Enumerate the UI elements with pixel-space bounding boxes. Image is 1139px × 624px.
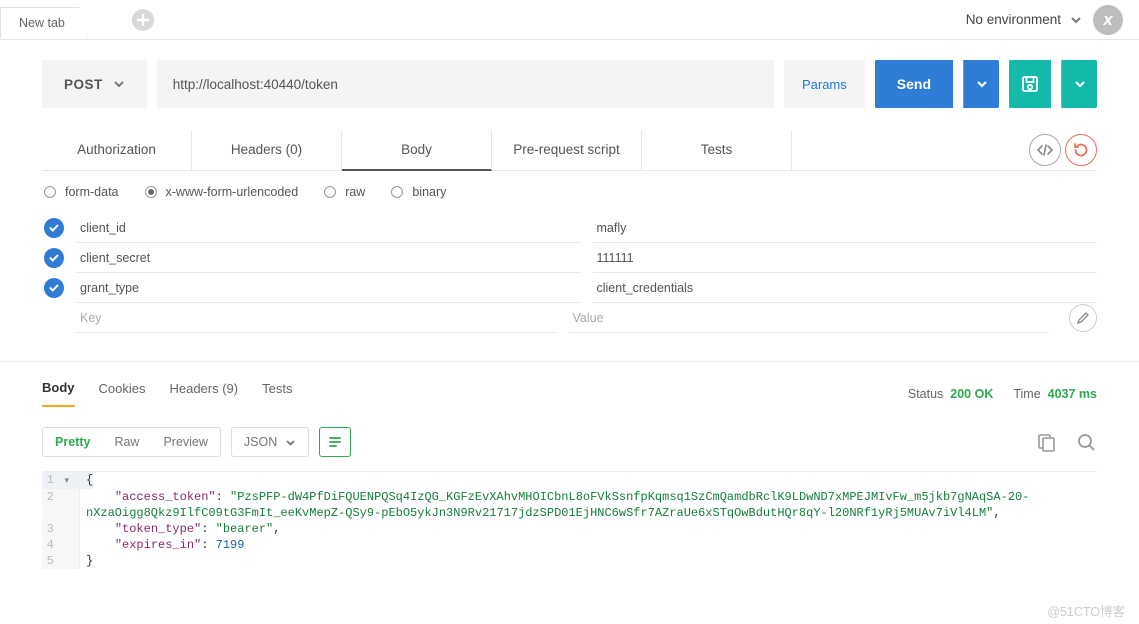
key-input[interactable]: Key: [76, 303, 557, 333]
reset-button[interactable]: [1065, 134, 1097, 166]
response-tab-body[interactable]: Body: [42, 380, 75, 407]
form-data-table: client_id mafly client_secret 111111 gra…: [42, 213, 1097, 333]
chevron-down-icon: [285, 437, 296, 448]
chevron-down-icon: [976, 78, 988, 90]
radio-raw[interactable]: raw: [324, 185, 365, 199]
table-row: client_secret 111111: [42, 243, 1097, 273]
mode-preview[interactable]: Preview: [151, 428, 219, 456]
watermark: @51CTO博客: [1047, 601, 1125, 620]
bulk-edit-button[interactable]: [1069, 304, 1097, 332]
url-input[interactable]: http://localhost:40440/token: [157, 60, 774, 108]
tab-new[interactable]: New tab: [0, 7, 88, 38]
code-snippet-button[interactable]: [1029, 134, 1061, 166]
value-input[interactable]: mafly: [593, 213, 1098, 243]
check-icon: [48, 282, 60, 294]
response-body-editor[interactable]: 1 ▾{2 "access_token": "PzsPFP-dW4PfDiFQU…: [42, 471, 1097, 569]
table-row: grant_type client_credentials: [42, 273, 1097, 303]
tab-headers[interactable]: Headers (0): [192, 130, 342, 170]
request-bar: POST http://localhost:40440/token Params…: [42, 60, 1097, 108]
row-enable-toggle[interactable]: [44, 248, 64, 268]
table-row: client_id mafly: [42, 213, 1097, 243]
status-value: 200 OK: [950, 387, 993, 401]
top-bar: New tab No environment x: [0, 0, 1139, 40]
chevron-down-icon: [1074, 78, 1086, 90]
row-enable-toggle: [44, 308, 64, 328]
copy-icon: [1035, 431, 1057, 453]
language-selector[interactable]: JSON: [231, 427, 309, 457]
variable-glyph: x: [1103, 10, 1112, 30]
response-toolbar: Pretty Raw Preview JSON: [42, 427, 1097, 457]
radio-form-data[interactable]: form-data: [44, 185, 119, 199]
check-icon: [48, 252, 60, 264]
check-icon: [48, 222, 60, 234]
value-input[interactable]: 111111: [593, 243, 1098, 273]
response-tab-tests[interactable]: Tests: [262, 381, 292, 406]
row-enable-toggle[interactable]: [44, 218, 64, 238]
status-label: Status 200 OK: [908, 387, 993, 401]
send-dropdown-button[interactable]: [963, 60, 999, 108]
tab-authorization[interactable]: Authorization: [42, 130, 192, 170]
view-mode-segment[interactable]: Pretty Raw Preview: [42, 427, 221, 457]
http-method: POST: [64, 77, 103, 92]
response-tab-cookies[interactable]: Cookies: [99, 381, 146, 406]
chevron-down-icon: [113, 78, 125, 90]
value-input[interactable]: Value: [569, 303, 1050, 333]
body-type-radios: form-data x-www-form-urlencoded raw bina…: [44, 185, 1097, 199]
request-tabs: Authorization Headers (0) Body Pre-reque…: [42, 130, 1097, 171]
save-icon: [1020, 74, 1040, 94]
add-tab-button[interactable]: [132, 9, 154, 31]
pencil-icon: [1076, 311, 1090, 325]
table-row-empty: Key Value: [42, 303, 1097, 333]
reset-icon: [1072, 141, 1090, 159]
time-label: Time 4037 ms: [1013, 387, 1097, 401]
radio-urlencoded[interactable]: x-www-form-urlencoded: [145, 185, 299, 199]
environment-label: No environment: [966, 12, 1061, 27]
tab-prerequest[interactable]: Pre-request script: [492, 130, 642, 170]
plus-icon: [136, 13, 150, 27]
mode-raw[interactable]: Raw: [102, 428, 151, 456]
time-value: 4037 ms: [1048, 387, 1097, 401]
radio-icon: [391, 186, 403, 198]
response-tab-headers[interactable]: Headers (9): [169, 381, 238, 406]
tab-tests[interactable]: Tests: [642, 130, 792, 170]
key-input[interactable]: client_id: [76, 213, 581, 243]
environment-selector[interactable]: No environment: [966, 12, 1083, 27]
row-enable-toggle[interactable]: [44, 278, 64, 298]
environment-quicklook-button[interactable]: x: [1093, 5, 1123, 35]
key-input[interactable]: grant_type: [76, 273, 581, 303]
search-icon: [1075, 431, 1097, 453]
response-tabs: Body Cookies Headers (9) Tests Status 20…: [42, 380, 1097, 407]
radio-binary[interactable]: binary: [391, 185, 446, 199]
radio-icon: [145, 186, 157, 198]
mode-pretty[interactable]: Pretty: [43, 428, 102, 456]
http-method-selector[interactable]: POST: [42, 60, 147, 108]
key-input[interactable]: client_secret: [76, 243, 581, 273]
chevron-down-icon: [1069, 13, 1083, 27]
search-button[interactable]: [1075, 431, 1097, 453]
wrap-icon: [327, 434, 343, 450]
send-button[interactable]: Send: [875, 60, 953, 108]
save-dropdown-button[interactable]: [1061, 60, 1097, 108]
save-button[interactable]: [1009, 60, 1051, 108]
copy-button[interactable]: [1035, 431, 1057, 453]
radio-icon: [44, 186, 56, 198]
tab-body[interactable]: Body: [342, 130, 492, 171]
wrap-lines-button[interactable]: [319, 427, 351, 457]
value-input[interactable]: client_credentials: [593, 273, 1098, 303]
code-icon: [1035, 140, 1055, 160]
radio-icon: [324, 186, 336, 198]
params-button[interactable]: Params: [784, 60, 865, 108]
